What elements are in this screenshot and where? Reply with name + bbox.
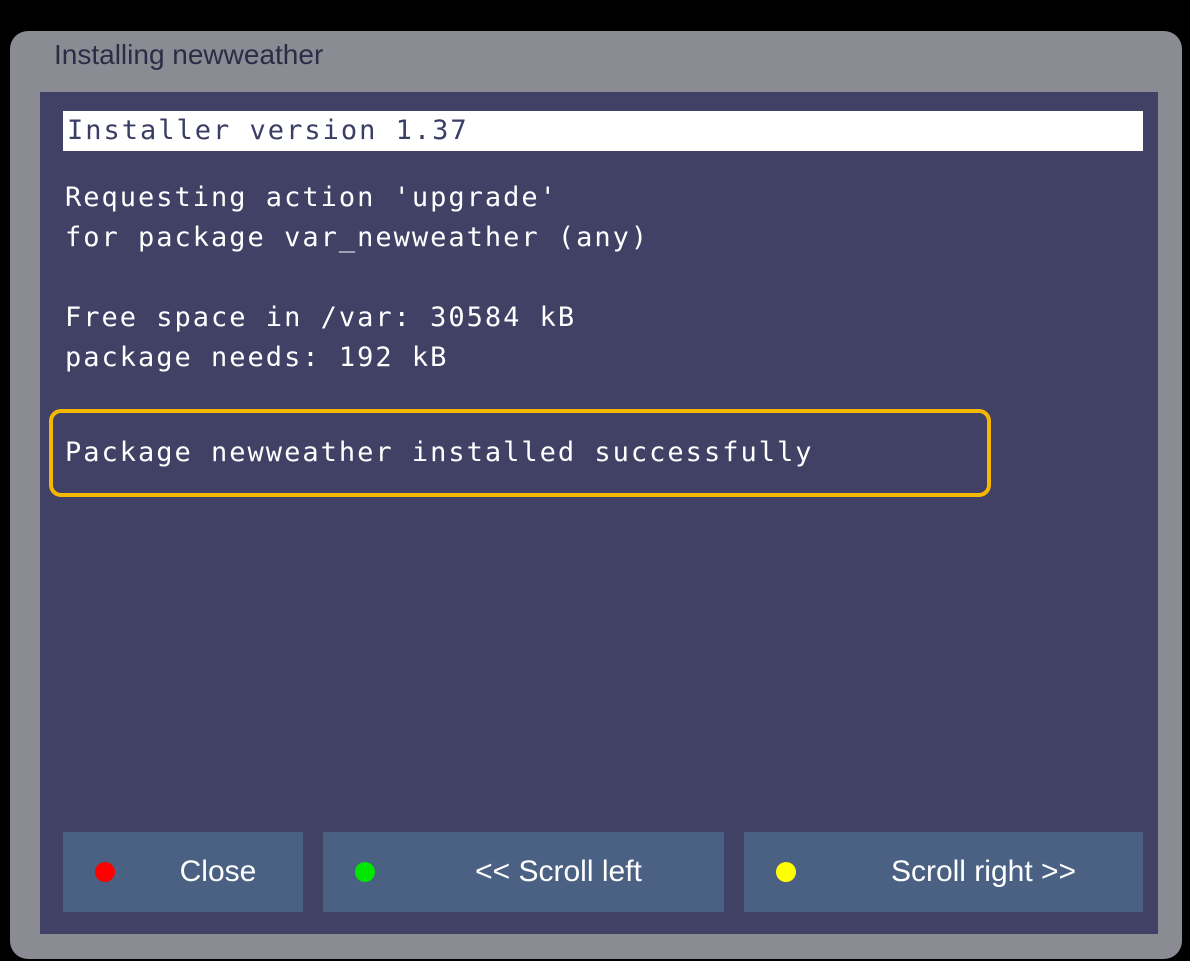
log-line-package-needs: package needs: 192 kB [65,342,449,373]
title-bar: Installing newweather [10,31,1182,89]
log-line-success: Package newweather installed successfull… [65,437,814,468]
log-line-free-space: Free space in /var: 30584 kB [65,302,577,333]
yellow-dot-icon [776,862,796,882]
close-button-label: Close [179,855,257,888]
scroll-left-button[interactable]: << Scroll left [323,832,724,912]
window-title: Installing newweather [54,39,324,70]
log-panel: Installer version 1.37 Requesting action… [40,92,1158,934]
log-line-package: for package var_newweather (any) [65,222,650,253]
red-dot-icon [95,862,115,882]
log-line-request-action: Requesting action 'upgrade' [65,182,558,213]
scroll-right-button-label: Scroll right >> [890,855,1077,888]
installer-version-line: Installer version 1.37 [63,111,1143,151]
close-button[interactable]: Close [63,832,303,912]
scroll-right-button[interactable]: Scroll right >> [744,832,1143,912]
green-dot-icon [355,862,375,882]
installer-window: Installing newweather Installer version … [10,31,1182,959]
scroll-left-button-label: << Scroll left [475,855,642,888]
